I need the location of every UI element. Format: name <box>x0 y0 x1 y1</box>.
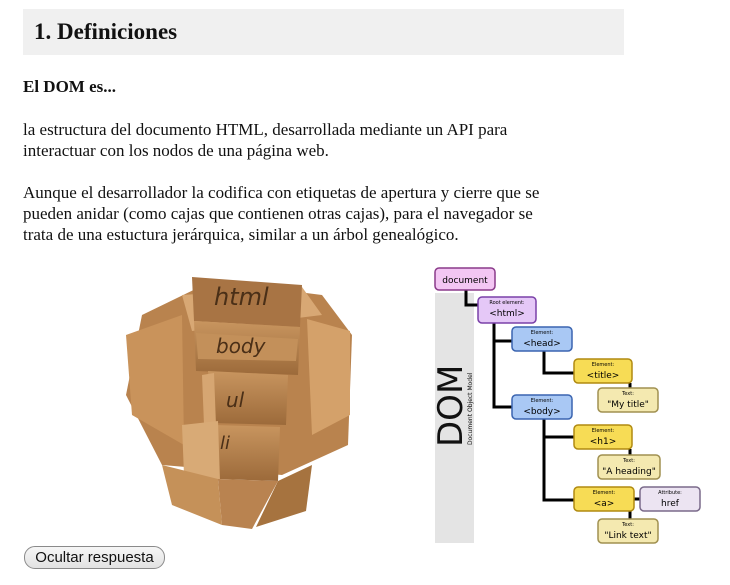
node-html-caption: Root element: <box>489 300 525 306</box>
node-h1: <h1> <box>590 437 617 447</box>
node-title: <title> <box>587 371 620 381</box>
dom-side-title: DOM <box>432 365 471 447</box>
paragraph-line: interactuar con los nodos de una página … <box>23 141 329 160</box>
node-h1-text-caption: Text: <box>622 458 635 464</box>
node-head-caption: Element: <box>531 330 554 336</box>
box-label-body: body <box>216 334 267 358</box>
section-heading-bar: 1. Definiciones <box>23 9 624 55</box>
node-title-caption: Element: <box>592 362 615 368</box>
node-document: document <box>442 276 488 286</box>
paragraph-definition: la estructura del documento HTML, desarr… <box>23 119 623 161</box>
box-label-li: li <box>220 433 230 454</box>
dom-tree-diagram: DOM Document Object Model document Root … <box>432 267 701 544</box>
node-body: <body> <box>523 407 560 417</box>
box-label-html: html <box>214 283 269 311</box>
paragraph-explanation: Aunque el desarrollador la codifica con … <box>23 182 623 245</box>
hide-answer-button[interactable]: Ocultar respuesta <box>24 546 165 569</box>
node-attr: href <box>661 499 680 509</box>
node-title-text: "My title" <box>607 400 649 410</box>
node-a-caption: Element: <box>593 490 616 496</box>
subtitle: El DOM es... <box>23 77 117 96</box>
box-label-ul: ul <box>226 388 245 412</box>
node-a-text: "Link text" <box>604 531 651 541</box>
node-title-text-caption: Text: <box>621 391 634 397</box>
node-body-caption: Element: <box>531 398 554 404</box>
node-attr-caption: Attribute: <box>658 490 682 496</box>
paragraph-line: pueden anidar (como cajas que contienen … <box>23 204 533 223</box>
paragraph-line: la estructura del documento HTML, desarr… <box>23 120 508 139</box>
node-a-text-caption: Text: <box>621 522 634 528</box>
node-a: <a> <box>594 499 615 509</box>
paragraph-line: trata de una estuctura jerárquica, simil… <box>23 225 459 244</box>
node-html: <html> <box>489 309 525 319</box>
node-h1-caption: Element: <box>592 428 615 434</box>
paragraph-line: Aunque el desarrollador la codifica con … <box>23 183 540 202</box>
dom-side-subtitle: Document Object Model <box>467 372 474 445</box>
nested-boxes-image: html body ul li <box>126 277 352 529</box>
section-title: 1. Definiciones <box>34 19 178 44</box>
node-head: <head> <box>523 339 561 349</box>
node-h1-text: "A heading" <box>602 467 656 477</box>
